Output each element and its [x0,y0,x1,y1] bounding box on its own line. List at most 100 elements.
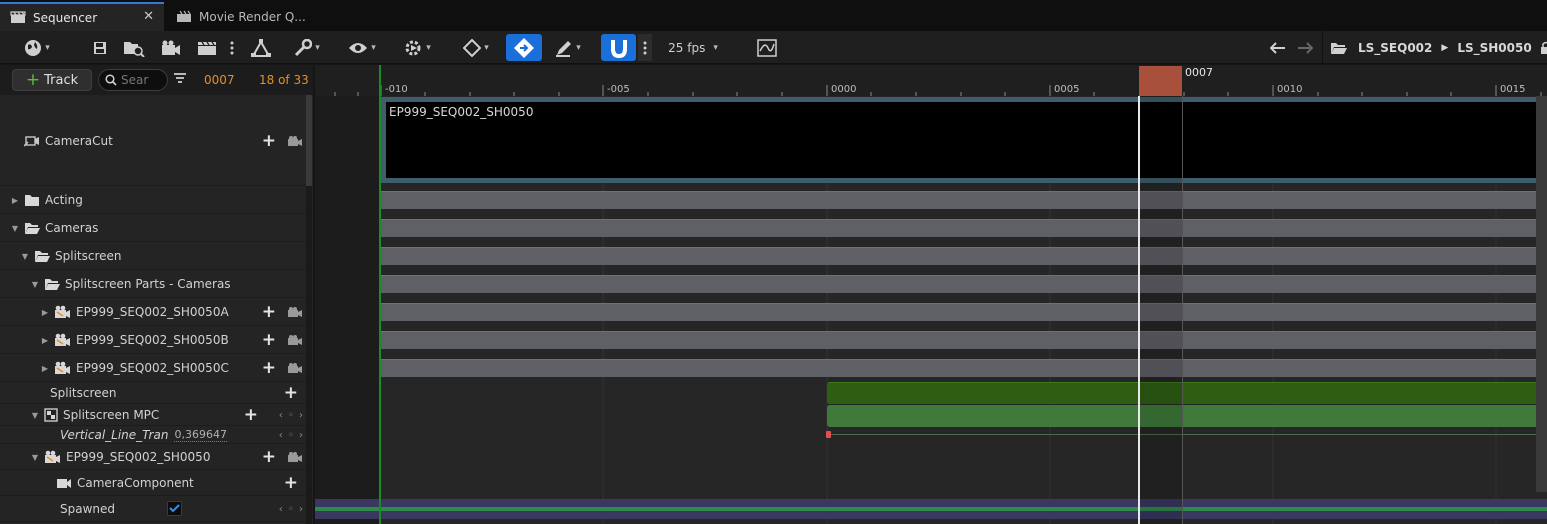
camera-icon[interactable] [288,335,302,345]
key-navigation-icon[interactable]: ‹ ◦ › [279,504,304,515]
close-icon[interactable]: ✕ [143,9,154,24]
key-navigation-icon[interactable]: ‹ ◦ › [279,410,304,421]
scrollbar-thumb[interactable] [306,95,312,186]
track-camera-component[interactable]: CameraComponent + [0,470,306,496]
render-movie-button[interactable] [159,34,183,61]
folder-splitscreen-parts[interactable]: ▼ Splitscreen Parts - Cameras [0,270,306,298]
track-camera-a[interactable]: ▶ EP999_SEQ002_SH0050A + [0,298,306,326]
add-icon[interactable]: + [244,405,258,425]
time-ruler[interactable]: -010 -005 0000 0005 0010 0015 0007 [315,65,1547,96]
outliner-panel: + Track 0007 18 of 33 CameraCut + ▶ Acti… [0,65,313,524]
add-icon[interactable]: + [262,447,276,467]
track-splitscreen[interactable]: Splitscreen + [0,382,306,404]
search-icon [105,74,117,86]
camera-icon[interactable] [288,307,302,317]
tab-movie-render-queue[interactable]: Movie Render Q... [166,2,316,31]
folder-cameras[interactable]: ▼ Cameras [0,214,306,242]
breadcrumb-item-shot[interactable]: LS_SH0050 [1457,41,1531,55]
key-navigation-icon[interactable]: ‹ ◦ › [279,430,304,441]
folder-open-icon [35,250,50,262]
track-label: Splitscreen MPC [63,408,160,422]
more-vertical-icon [643,41,647,54]
section-camera-a[interactable] [381,303,1547,321]
playback-start-marker[interactable] [379,65,381,524]
section-splitscreen-green[interactable] [827,382,1547,404]
timeline-scrollbar[interactable] [1536,96,1547,492]
collapse-arrow-icon[interactable]: ▼ [10,224,20,233]
add-icon[interactable]: + [284,383,298,403]
expand-arrow-icon[interactable]: ▶ [40,336,50,345]
section-acting[interactable] [381,191,1547,209]
section-camera-b[interactable] [381,331,1547,349]
folder-label: Splitscreen [55,249,122,263]
key-options-button[interactable]: ▾ [457,34,495,61]
collapse-arrow-icon[interactable]: ▼ [30,280,40,289]
outliner-scrollbar[interactable] [306,95,312,524]
edit-options-button[interactable]: ▾ [549,34,587,61]
search-field[interactable] [98,69,168,91]
track-shot-camera[interactable]: ▼ EP999_SEQ002_SH0050 + [0,444,306,470]
folder-acting[interactable]: ▶ Acting [0,186,306,214]
lock-icon[interactable] [1540,41,1547,55]
camera-cut-section[interactable]: EP999_SEQ002_SH0050 [381,97,1541,183]
search-input[interactable] [121,73,161,87]
section-camera-c[interactable] [381,359,1547,377]
track-camera-c[interactable]: ▶ EP999_SEQ002_SH0050C + [0,354,306,382]
expand-arrow-icon[interactable]: ▶ [40,364,50,373]
more-options-button[interactable] [227,34,237,61]
spawned-checkbox[interactable] [167,501,182,516]
current-frame-field[interactable]: 0007 [204,73,235,87]
camera-icon[interactable] [288,135,302,146]
track-camera-cut[interactable]: CameraCut + [0,95,306,186]
add-icon[interactable]: + [262,131,276,151]
curve-editor-button[interactable] [756,34,778,61]
add-icon[interactable]: + [262,330,276,350]
snap-options-button[interactable] [638,34,652,61]
add-icon[interactable]: + [262,358,276,378]
add-track-button[interactable]: + Track [12,69,92,91]
auto-key-button[interactable] [506,34,542,61]
section-splitscreen[interactable] [381,247,1547,265]
camera-icon[interactable] [288,452,302,462]
track-splitscreen-mpc[interactable]: ▼ Splitscreen MPC + ‹ ◦ › [0,404,306,426]
track-spawned[interactable]: Spawned ‹ ◦ › [0,496,306,522]
render-settings-button[interactable] [195,34,219,61]
section-splitscreen-mpc[interactable] [827,405,1547,427]
track-vertical-line-param[interactable]: Vertical_Line_Tran 0,369647 ‹ ◦ › [0,426,306,444]
browse-button[interactable] [121,34,147,61]
add-icon[interactable]: + [262,302,276,322]
tools-menu-button[interactable]: ▾ [289,34,325,61]
tab-sequencer[interactable]: Sequencer ✕ [0,2,164,31]
playhead-line[interactable] [1138,96,1140,524]
section-cameras[interactable] [381,219,1547,237]
snap-toggle-button[interactable] [601,34,636,61]
add-icon[interactable]: + [284,473,298,493]
playback-options-button[interactable]: ▾ [398,34,436,61]
fps-dropdown[interactable]: 25 fps ▾ [662,34,724,61]
view-menu-button[interactable]: ▾ [343,34,381,61]
save-button[interactable] [90,34,110,61]
folder-splitscreen[interactable]: ▼ Splitscreen [0,242,306,270]
track-camera-b[interactable]: ▶ EP999_SEQ002_SH0050B + [0,326,306,354]
expand-arrow-icon[interactable]: ▶ [10,196,20,205]
ruler-ticks [334,85,1542,96]
filter-button[interactable] [173,72,187,89]
globe-icon [25,39,42,56]
param-value-field[interactable]: 0,369647 [174,428,227,442]
keyframe-marker[interactable] [826,431,831,438]
breadcrumb-item-seq[interactable]: LS_SEQ002 [1358,41,1432,55]
collapse-arrow-icon[interactable]: ▼ [20,252,30,261]
collapse-arrow-icon[interactable]: ▼ [30,453,40,462]
section-splitscreen-parts[interactable] [381,275,1547,293]
playhead-handle[interactable] [1139,66,1182,96]
collapse-arrow-icon[interactable]: ▼ [30,411,40,420]
expand-arrow-icon[interactable]: ▶ [40,308,50,317]
hierarchy-button[interactable] [248,34,274,61]
timeline-area[interactable]: -010 -005 0000 0005 0010 0015 0007 EP999… [315,65,1547,524]
folder-open-icon [45,278,60,290]
camera-icon[interactable] [288,363,302,373]
param-curve-line [827,434,1547,435]
world-menu-button[interactable]: ▾ [18,34,56,61]
forward-arrow-button[interactable] [1295,34,1315,61]
back-arrow-button[interactable] [1268,34,1288,61]
